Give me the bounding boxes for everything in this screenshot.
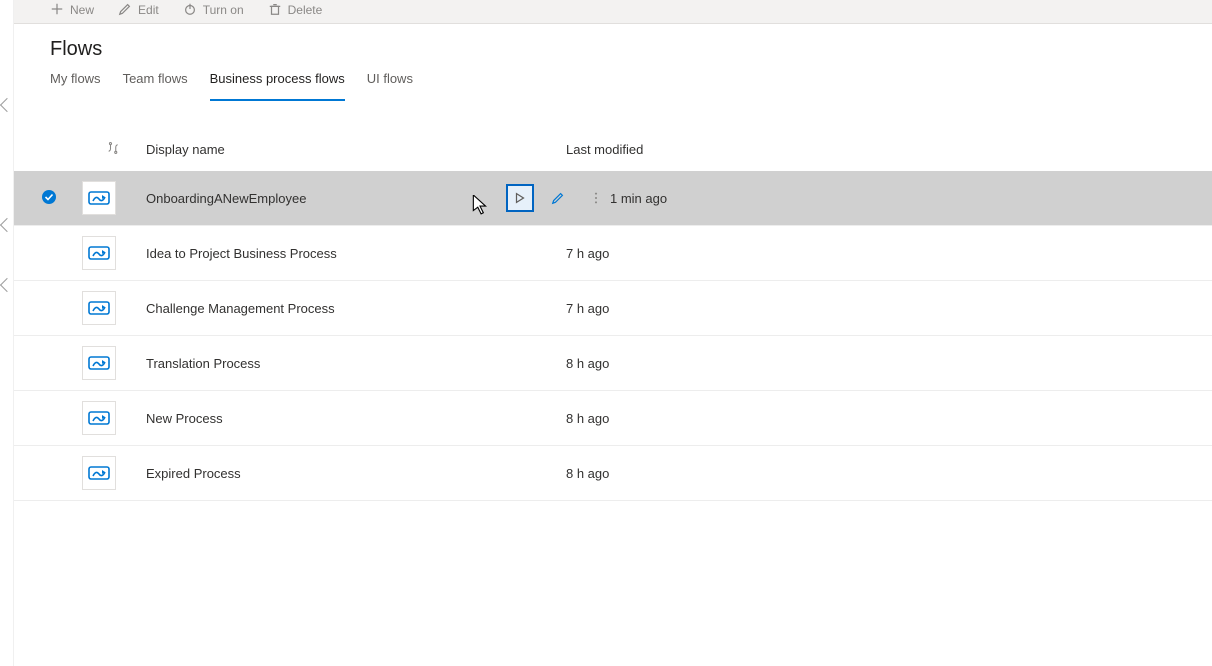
flow-icon [82,236,116,270]
flow-display-name[interactable]: New Process [146,411,506,426]
last-modified-cell: 8 h ago [566,466,1212,481]
last-modified-cell: 1 min ago [610,191,1212,206]
flow-icon-cell [82,401,146,435]
command-bar: New Edit Turn on Delete [14,0,1212,24]
flow-icon [82,181,116,215]
delete-label: Delete [288,3,323,17]
flow-icon [82,456,116,490]
table-row[interactable]: Challenge Management Process 7 h ago [14,281,1212,336]
last-modified-cell: 7 h ago [566,246,1212,261]
trash-icon [268,2,282,19]
last-modified-cell: 8 h ago [566,411,1212,426]
edit-button[interactable]: Edit [118,0,159,20]
tab-my-flows[interactable]: My flows [50,71,101,101]
left-nav-strip [0,0,14,666]
flow-display-name[interactable]: Idea to Project Business Process [146,246,506,261]
chevron-left-icon[interactable] [0,98,14,112]
new-button[interactable]: New [50,0,94,20]
tab-bpf[interactable]: Business process flows [210,71,345,101]
flow-display-name[interactable]: Expired Process [146,466,506,481]
flow-icon [82,401,116,435]
row-actions [506,184,610,212]
new-label: New [70,3,94,17]
flow-display-name[interactable]: Translation Process [146,356,506,371]
delete-button[interactable]: Delete [268,0,323,20]
plus-icon [50,2,64,19]
tab-strip: My flows Team flows Business process flo… [14,71,1212,101]
col-display-name[interactable]: Display name [146,142,506,157]
chevron-left-icon[interactable] [0,278,14,292]
flow-display-name[interactable]: OnboardingANewEmployee [146,191,506,206]
table-row[interactable]: OnboardingANewEmployee 1 min ago [14,171,1212,226]
flow-icon-cell [82,236,146,270]
main-content: Flows My flows Team flows Business proce… [14,24,1212,666]
last-modified-cell: 7 h ago [566,301,1212,316]
table-body: OnboardingANewEmployee 1 min ago Idea to P… [14,171,1212,501]
flow-icon [82,291,116,325]
run-button[interactable] [506,184,534,212]
chevron-left-icon[interactable] [0,218,14,232]
flow-icon-cell [82,456,146,490]
row-checkbox[interactable] [42,190,82,207]
last-modified-cell: 8 h ago [566,356,1212,371]
table-header: Display name Last modified [14,127,1212,171]
table-row[interactable]: Expired Process 8 h ago [14,446,1212,501]
table-row[interactable]: Translation Process 8 h ago [14,336,1212,391]
flow-icon-cell [82,346,146,380]
flow-icon-cell [82,181,146,215]
sort-icon[interactable] [82,141,146,158]
col-last-modified[interactable]: Last modified [566,142,1212,157]
tab-ui-flows[interactable]: UI flows [367,71,413,101]
pencil-icon [118,2,132,19]
page-title: Flows [14,24,1212,71]
turnon-label: Turn on [203,3,244,17]
flow-icon [82,346,116,380]
flow-display-name[interactable]: Challenge Management Process [146,301,506,316]
more-actions-button[interactable] [582,184,610,212]
table-row[interactable]: Idea to Project Business Process 7 h ago [14,226,1212,281]
tab-team-flows[interactable]: Team flows [123,71,188,101]
table-row[interactable]: New Process 8 h ago [14,391,1212,446]
edit-row-button[interactable] [544,184,572,212]
turnon-button[interactable]: Turn on [183,0,244,20]
flow-icon-cell [82,291,146,325]
edit-label: Edit [138,3,159,17]
power-icon [183,2,197,19]
